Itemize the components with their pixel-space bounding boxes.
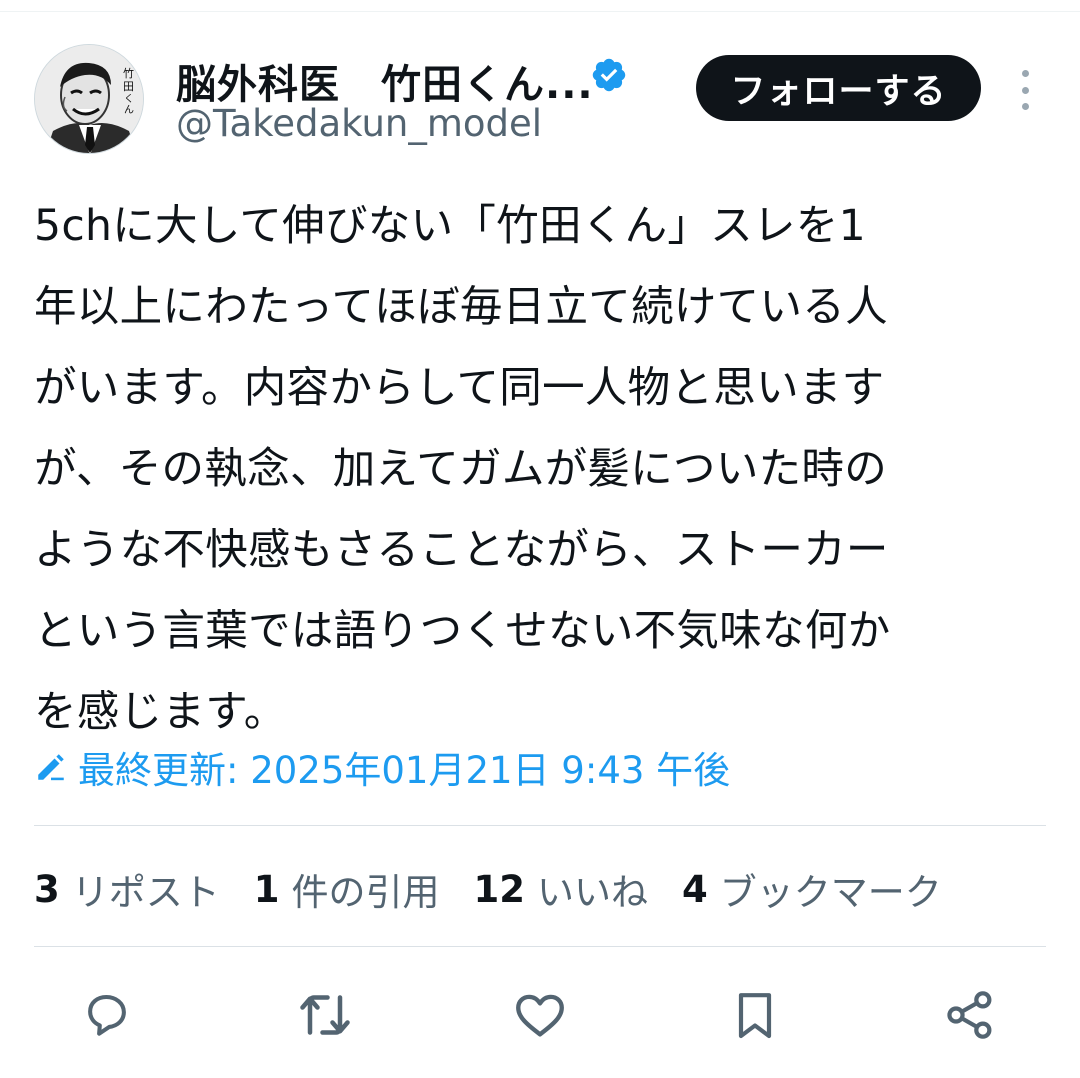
stat-quotes[interactable]: 1 件の引用 [254, 862, 440, 916]
reply-icon [88, 994, 126, 1036]
edited-label: 最終更新: 2025年01月21日 9:43 午後 [78, 749, 731, 792]
author-handle[interactable]: @Takedakun_model [176, 102, 542, 145]
svg-text:ん: ん [124, 104, 134, 116]
tweet-text: 5chに大して伸びない「竹田くん」スレを1 年以上にわたってほぼ毎日立て続けてい… [34, 202, 891, 737]
edited-indicator[interactable]: 最終更新: 2025年01月21日 9:43 午後 [34, 740, 730, 794]
stat-label: ブックマーク [719, 871, 942, 914]
svg-text:竹: 竹 [123, 66, 134, 80]
share-button[interactable] [940, 980, 1000, 1050]
verified-badge-icon [592, 58, 626, 92]
stat-label: リポスト [71, 871, 220, 914]
stat-bookmarks[interactable]: 4 ブックマーク [682, 862, 942, 916]
bookmark-icon [738, 993, 772, 1039]
stat-reposts[interactable]: 3 リポスト [34, 862, 220, 916]
bookmark-button[interactable] [725, 980, 785, 1050]
svg-text:田: 田 [123, 80, 134, 93]
retweet-icon [300, 995, 350, 1035]
like-icon [516, 994, 564, 1037]
follow-button[interactable]: フォローする [696, 55, 981, 121]
like-button[interactable] [510, 980, 570, 1050]
top-divider [0, 11, 1080, 12]
stat-label: 件の引用 [291, 871, 440, 914]
avatar[interactable]: 竹 田 く ん [34, 44, 144, 154]
more-options-icon[interactable] [1010, 70, 1040, 110]
avatar-illustration: 竹 田 く ん [35, 45, 143, 153]
action-bar [0, 980, 1080, 1050]
reply-button[interactable] [77, 980, 137, 1050]
share-icon [947, 991, 992, 1039]
engagement-stats: 3 リポスト 1 件の引用 12 いいね 4 ブックマーク [34, 862, 976, 916]
edit-pencil-icon [38, 754, 64, 781]
divider [34, 946, 1046, 947]
stat-count: 4 [682, 867, 708, 911]
svg-text:く: く [124, 94, 134, 105]
stat-likes[interactable]: 12 いいね [474, 862, 649, 916]
stat-count: 1 [253, 867, 280, 911]
stat-count: 12 [473, 867, 526, 911]
stat-label: いいね [537, 871, 648, 914]
retweet-button[interactable] [295, 980, 355, 1050]
stat-count: 3 [34, 867, 60, 911]
divider [34, 825, 1046, 826]
